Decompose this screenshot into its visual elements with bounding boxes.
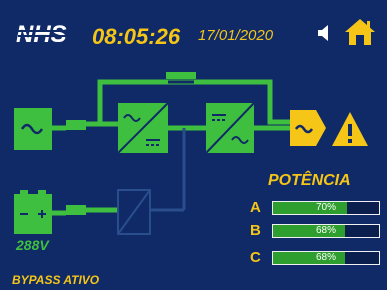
- battery-voltage: 288V: [16, 237, 49, 253]
- power-title: POTÊNCIA: [268, 172, 351, 189]
- power-value: 68%: [315, 225, 336, 236]
- phase-label: A: [250, 199, 261, 216]
- power-bar: 70%: [272, 201, 380, 215]
- power-bar: 68%: [272, 251, 380, 265]
- output-icon: [290, 110, 326, 146]
- power-value: 68%: [315, 252, 336, 263]
- power-value: 70%: [315, 202, 336, 213]
- inverter-icon: [205, 102, 255, 154]
- rectifier-icon: [117, 102, 169, 154]
- power-phase-c: C 68%: [250, 248, 380, 268]
- phase-label: C: [250, 249, 261, 266]
- power-phase-b: B 68%: [250, 221, 380, 241]
- battery-converter-icon: [117, 189, 151, 235]
- power-bar: 68%: [272, 224, 380, 238]
- status-text: BYPASS ATIVO: [12, 273, 100, 287]
- phase-label: B: [250, 222, 261, 239]
- warning-icon[interactable]: [332, 112, 368, 146]
- input-source-icon: [14, 108, 52, 150]
- ups-flow-diagram: [14, 72, 368, 235]
- power-phase-a: A 70%: [250, 198, 380, 218]
- input-path: [52, 112, 290, 131]
- battery-icon: [14, 190, 52, 234]
- ups-screen: NHS 08:05:26 17/01/2020 288V POTÊNCIA A …: [0, 0, 387, 290]
